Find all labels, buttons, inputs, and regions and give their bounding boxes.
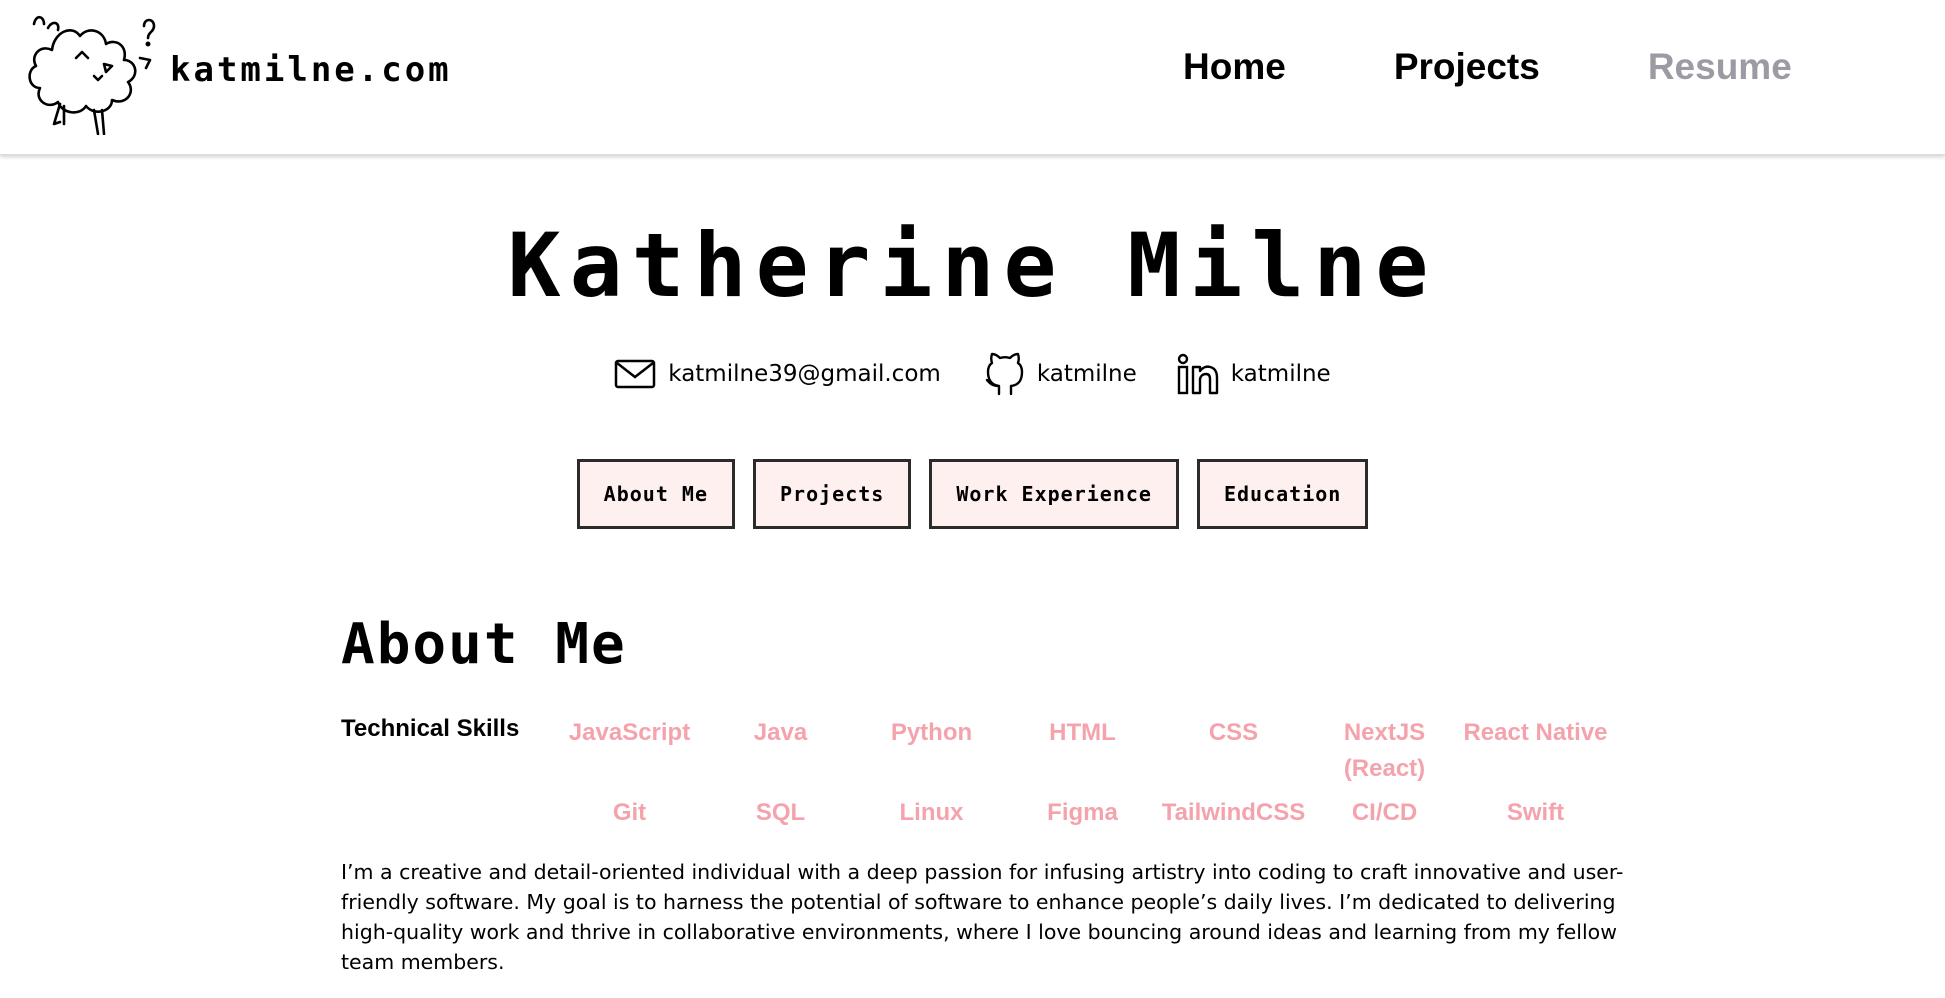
main-nav: Home Projects Resume	[1183, 46, 1792, 88]
skill-item: JavaScript	[568, 719, 691, 746]
nav-projects[interactable]: Projects	[1394, 46, 1540, 88]
skill-item: TailwindCSS	[1161, 799, 1306, 826]
github-icon	[985, 352, 1024, 396]
contact-links: katmilne39@gmail.com katmilne katmilne	[0, 352, 1945, 396]
linkedin-link[interactable]: katmilne	[1177, 353, 1331, 395]
tab-work-experience[interactable]: Work Experience	[929, 459, 1179, 529]
skill-item: CSS	[1208, 719, 1259, 746]
about-paragraph: I’m a creative and detail-oriented indiv…	[341, 860, 1624, 974]
skill-item: React Native	[1463, 719, 1608, 746]
tab-about-me[interactable]: About Me	[576, 459, 735, 529]
section-tabs: About Me Projects Work Experience Educat…	[0, 459, 1945, 529]
linkedin-icon	[1177, 353, 1218, 395]
tab-education[interactable]: Education	[1196, 459, 1369, 529]
skills-label: Technical Skills	[341, 715, 520, 742]
skill-item: Figma	[1047, 799, 1118, 826]
tab-projects[interactable]: Projects	[753, 459, 912, 529]
skill-item: Swift	[1506, 799, 1565, 826]
logo-home-link[interactable]: katmilne.com	[24, 10, 452, 135]
email-text: katmilne39@gmail.com	[668, 361, 941, 387]
about-heading: About Me	[341, 612, 627, 677]
skill-item: Linux	[899, 799, 964, 826]
skill-item: SQL	[755, 799, 806, 826]
skill-item: Java	[753, 719, 808, 746]
sheep-doodle-icon	[28, 15, 156, 135]
page-title: Katherine Milne	[507, 214, 1438, 317]
skill-item: HTML	[1049, 719, 1116, 746]
github-link[interactable]: katmilne	[985, 352, 1137, 396]
skill-item: CI/CD	[1351, 799, 1418, 826]
skill-item: Python	[890, 719, 973, 746]
nav-home[interactable]: Home	[1183, 46, 1286, 88]
github-text: katmilne	[1036, 361, 1137, 387]
skill-item: Git	[612, 799, 647, 826]
skill-item: NextJS (React)	[1343, 719, 1426, 782]
mail-icon	[615, 359, 656, 389]
skills-grid: JavaScript Java Python HTML CSS NextJS (…	[554, 715, 1614, 831]
email-link[interactable]: katmilne39@gmail.com	[614, 357, 941, 391]
nav-resume[interactable]: Resume	[1648, 46, 1792, 88]
linkedin-text: katmilne	[1230, 361, 1331, 387]
site-header: katmilne.com Home Projects Resume	[0, 0, 1945, 155]
site-name: katmilne.com	[170, 49, 452, 90]
